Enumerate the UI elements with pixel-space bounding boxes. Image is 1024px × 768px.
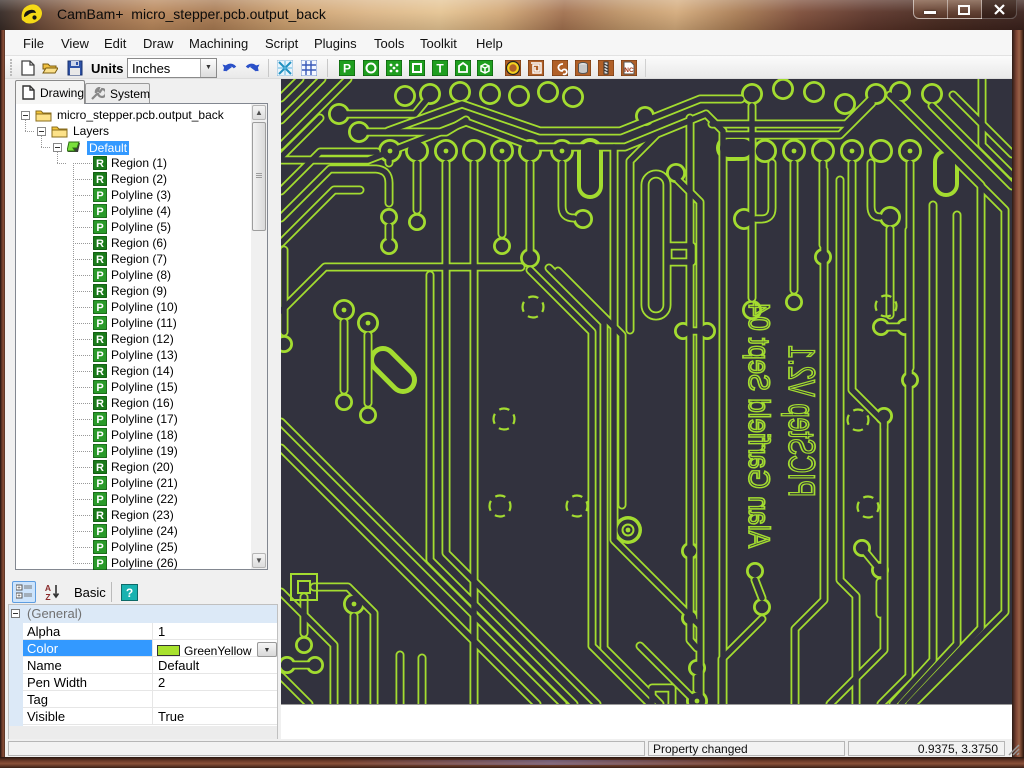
svg-text:P: P: [96, 382, 103, 394]
svg-text:P: P: [96, 222, 103, 234]
svg-text:P: P: [96, 526, 103, 538]
svg-text:+: +: [17, 586, 21, 592]
svg-text:PICStep V2.1: PICStep V2.1: [781, 345, 822, 497]
svg-text:P: P: [96, 478, 103, 490]
svg-text:+: +: [17, 594, 21, 600]
svg-text:P: P: [96, 558, 103, 570]
svg-text:R: R: [96, 462, 104, 474]
svg-text:R: R: [96, 254, 104, 266]
svg-text:P: P: [96, 414, 103, 426]
svg-text:R: R: [96, 510, 104, 522]
svg-text:R: R: [96, 174, 104, 186]
svg-text:T: T: [436, 62, 444, 76]
svg-text:NC: NC: [624, 67, 634, 74]
svg-text:R: R: [96, 238, 104, 250]
svg-text:R: R: [96, 158, 104, 170]
svg-text:P: P: [343, 62, 351, 76]
svg-text:P: P: [96, 542, 103, 554]
svg-text:P: P: [96, 270, 103, 282]
svg-text:P: P: [96, 446, 103, 458]
svg-text:Z: Z: [45, 592, 50, 601]
svg-text:P: P: [96, 350, 103, 362]
svg-text:P: P: [96, 430, 103, 442]
svg-text:R: R: [96, 366, 104, 378]
svg-text:R: R: [96, 334, 104, 346]
svg-text:P: P: [96, 206, 103, 218]
svg-text:P: P: [96, 494, 103, 506]
svg-text:P: P: [96, 190, 103, 202]
svg-text:P: P: [96, 302, 103, 314]
svg-text:Alan Garfield Sept 04: Alan Garfield Sept 04: [742, 302, 775, 548]
svg-text:R: R: [96, 286, 104, 298]
svg-text:P: P: [96, 318, 103, 330]
svg-text:R: R: [96, 398, 104, 410]
